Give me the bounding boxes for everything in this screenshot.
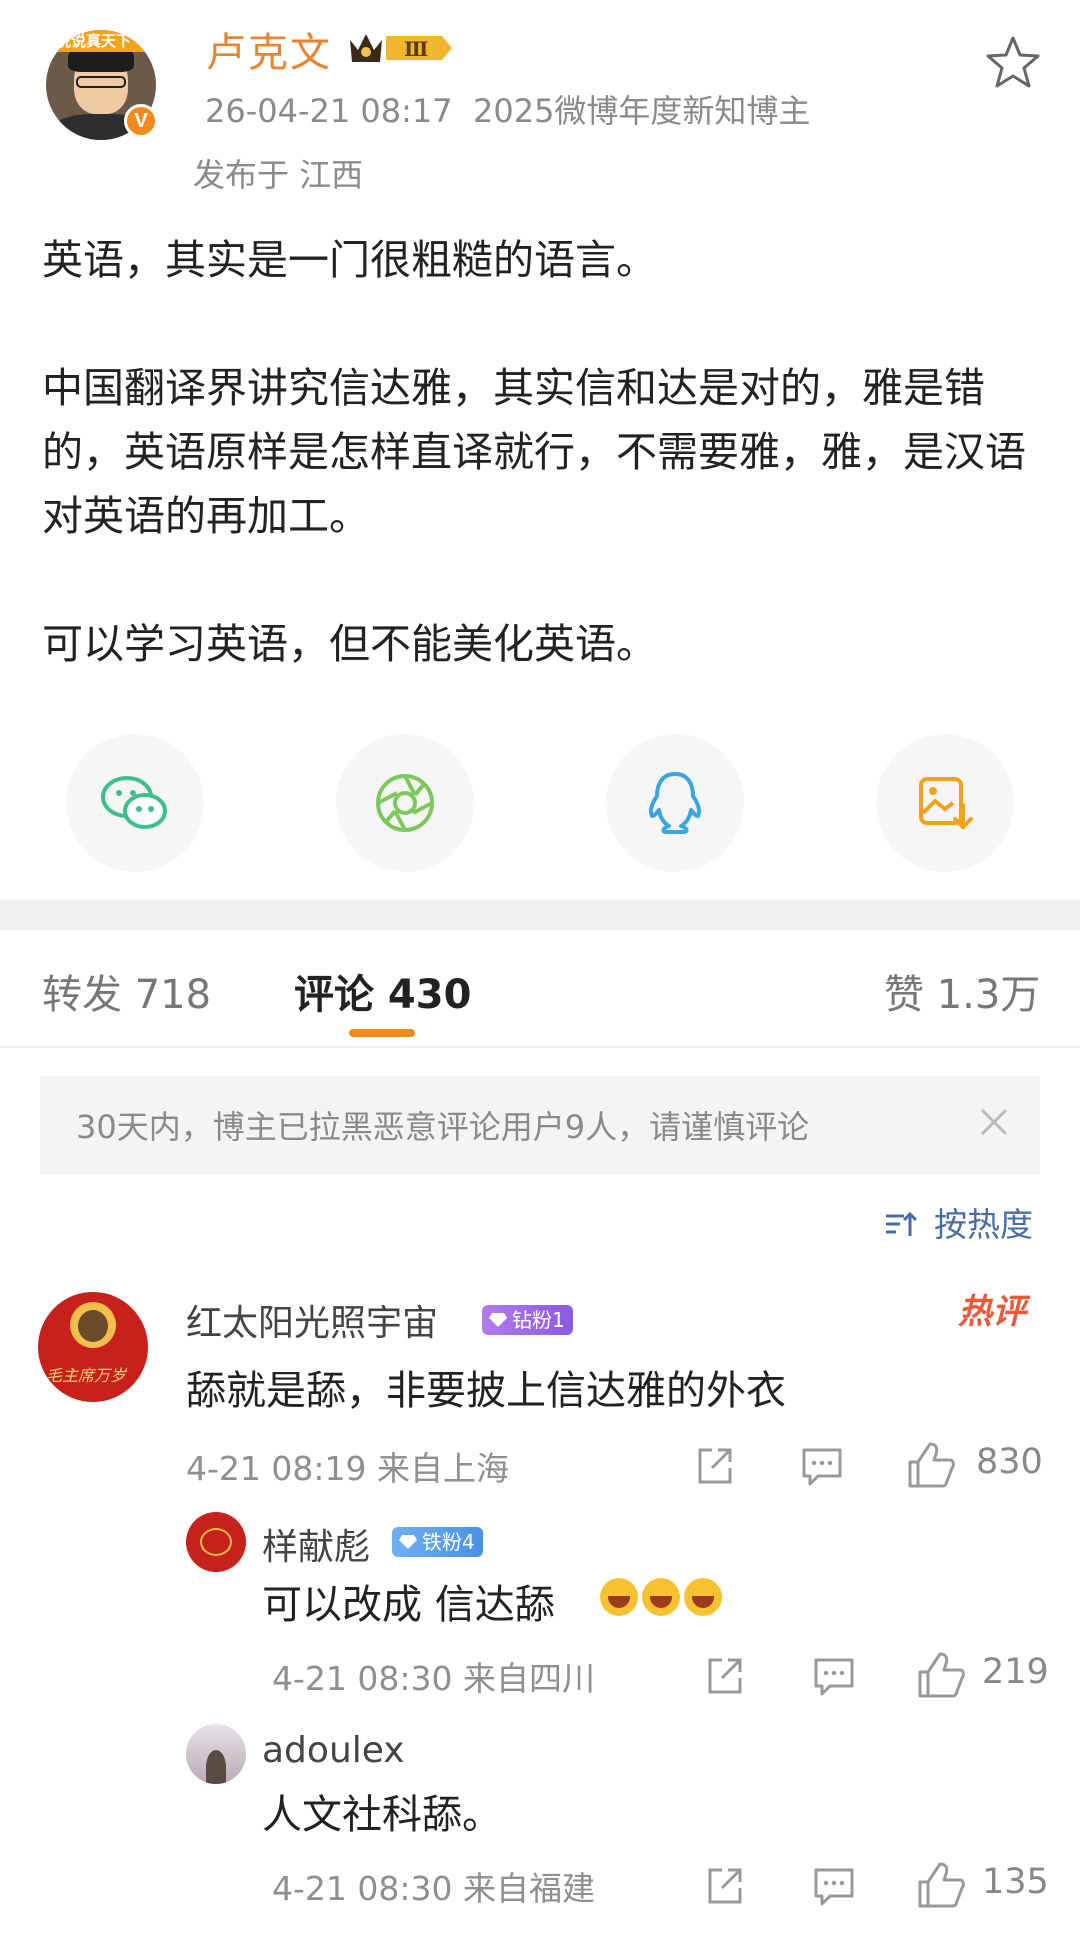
tab-comments[interactable]: 评论 430 <box>294 962 471 1020</box>
avatar-banner: 说说真天下 <box>46 30 156 52</box>
hot-comment-label: 热评 <box>958 1292 1026 1332</box>
tab-likes[interactable]: 赞 1.3万 <box>884 962 1040 1020</box>
author-title-badge: 2025微博年度新知博主 <box>472 92 811 130</box>
like-count: 219 <box>982 1652 1049 1692</box>
like-count: 830 <box>976 1442 1043 1482</box>
share-moments-button[interactable] <box>336 734 474 872</box>
share-comment-icon[interactable] <box>702 1654 746 1698</box>
post-location: 发布于 江西 <box>193 156 364 194</box>
post-paragraph-1: 英语，其实是一门很粗糙的语言。 <box>42 236 657 284</box>
reply-comment-icon[interactable] <box>812 1654 856 1698</box>
comment-text: 舔就是舔，非要披上信达雅的外衣 <box>186 1368 786 1414</box>
wechat-icon <box>101 776 167 829</box>
laugh-emoji-group <box>600 1578 722 1616</box>
notice-text: 30天内，博主已拉黑恶意评论用户9人，请谨慎评论 <box>76 1108 810 1146</box>
post-time: 26-04-21 08:17 <box>205 92 453 130</box>
save-image-icon <box>919 777 973 830</box>
post-paragraph-3: 可以学习英语，但不能美化英语。 <box>42 620 657 668</box>
reply-name[interactable]: adoulex <box>262 1730 405 1771</box>
reply-avatar[interactable] <box>186 1512 246 1572</box>
qq-icon <box>648 772 702 834</box>
commenter-avatar[interactable]: 毛主席万岁 <box>38 1292 148 1402</box>
verified-badge-icon: V <box>124 104 158 138</box>
svg-text:Ⅲ: Ⅲ <box>404 37 428 61</box>
sort-icon[interactable] <box>882 1206 918 1242</box>
sort-by-hot-label[interactable]: 按热度 <box>934 1198 1033 1246</box>
crown-level-icon: Ⅲ <box>350 34 452 62</box>
laugh-emoji-icon <box>642 1578 680 1616</box>
avatar-caption: 毛主席万岁 <box>46 1366 127 1385</box>
post-paragraph-2: 中国翻译界讲究信达雅，其实信和达是对的，雅是错的，英语原样是怎样直译就行，不需要… <box>42 364 1026 540</box>
share-comment-icon[interactable] <box>702 1864 746 1908</box>
reply-time: 4-21 08:30 来自四川 <box>272 1659 595 1698</box>
reply-comment-icon[interactable] <box>800 1444 844 1488</box>
tab-repost[interactable]: 转发 718 <box>42 962 211 1020</box>
reply-avatar[interactable] <box>186 1724 246 1784</box>
author-name[interactable]: 卢克文 <box>206 20 332 78</box>
tab-divider <box>0 1046 1080 1048</box>
reply-comment-icon[interactable] <box>812 1864 856 1908</box>
section-divider <box>0 900 1080 930</box>
like-count: 135 <box>982 1862 1049 1902</box>
commenter-name[interactable]: 红太阳光照宇宙 <box>186 1294 438 1346</box>
close-icon[interactable] <box>970 1098 1018 1146</box>
reply-time: 4-21 08:30 来自福建 <box>272 1869 595 1908</box>
like-icon[interactable] <box>916 1860 966 1910</box>
reply-name[interactable]: 样献彪 <box>262 1518 370 1570</box>
share-wechat-button[interactable] <box>66 734 204 872</box>
diamond-icon <box>489 1313 507 1327</box>
reply-text: 可以改成 信达舔 <box>262 1582 555 1628</box>
diamond-icon <box>399 1535 417 1549</box>
reply-text: 人文社科舔。 <box>262 1792 502 1838</box>
post-meta: 26-04-21 08:17 2025微博年度新知博主 <box>205 86 810 132</box>
save-image-button[interactable] <box>876 734 1014 872</box>
laugh-emoji-icon <box>684 1578 722 1616</box>
like-icon[interactable] <box>916 1650 966 1700</box>
share-qq-button[interactable] <box>606 734 744 872</box>
laugh-emoji-icon <box>600 1578 638 1616</box>
fan-badge: 钻粉1 <box>482 1305 573 1335</box>
favorite-star-icon[interactable] <box>984 34 1042 92</box>
tab-active-indicator <box>349 1029 415 1037</box>
comment-notice-banner: 30天内，博主已拉黑恶意评论用户9人，请谨慎评论 <box>40 1076 1040 1174</box>
fan-badge: 铁粉4 <box>392 1527 483 1557</box>
comment-time: 4-21 08:19 来自上海 <box>186 1449 509 1488</box>
like-icon[interactable] <box>906 1440 956 1490</box>
moments-icon <box>376 774 434 832</box>
share-comment-icon[interactable] <box>692 1444 736 1488</box>
